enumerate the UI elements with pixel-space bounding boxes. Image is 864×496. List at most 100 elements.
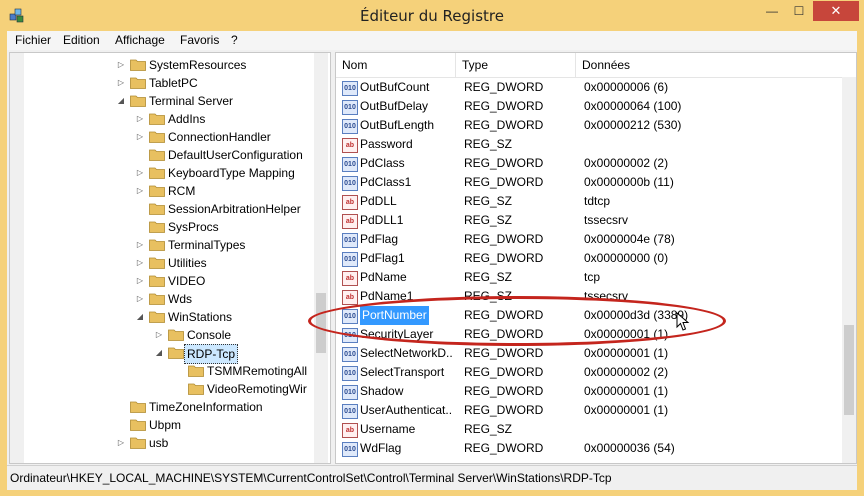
value-data: 0x0000004e (78): [584, 232, 675, 246]
value-row[interactable]: 010 SecurityLayer REG_DWORD 0x00000001 (1): [336, 325, 842, 344]
collapse-arrow-icon[interactable]: ◢: [135, 308, 145, 326]
expand-arrow-icon[interactable]: ▷: [135, 182, 145, 200]
value-data: tssecsrv: [584, 289, 629, 303]
tree-item[interactable]: ▷ RCM: [10, 182, 310, 200]
tree-item[interactable]: ▷ Wds: [10, 290, 310, 308]
expand-arrow-icon[interactable]: ▷: [116, 56, 126, 74]
tree-item-label: Wds: [168, 292, 192, 306]
menu-affichage[interactable]: Affichage: [115, 33, 165, 47]
tree-item-label: TabletPC: [149, 76, 198, 90]
value-row[interactable]: 010 PdClass REG_DWORD 0x00000002 (2): [336, 154, 842, 173]
tree-item[interactable]: ▷ usb: [10, 434, 310, 452]
value-name: Password: [360, 137, 413, 151]
value-row[interactable]: 010 UserAuthenticat... REG_DWORD 0x00000001…: [336, 401, 842, 420]
value-row[interactable]: 010 PortNumber REG_DWORD 0x00000d3d (3389): [336, 306, 842, 325]
list-header: Nom Type Données: [336, 53, 856, 78]
tree-item[interactable]: ▷ TerminalTypes: [10, 236, 310, 254]
value-name: PdDLL1: [360, 213, 404, 227]
value-row[interactable]: 010 OutBufLength REG_DWORD 0x00000212 (530): [336, 116, 842, 135]
value-row[interactable]: 010 WdFlag REG_DWORD 0x00000036 (54): [336, 439, 842, 458]
value-name: OutBufCount: [360, 80, 430, 94]
value-row[interactable]: 010 SelectNetworkD... REG_DWORD 0x00000001 …: [336, 344, 842, 363]
expand-arrow-icon[interactable]: ▷: [135, 236, 145, 254]
collapse-arrow-icon[interactable]: ◢: [116, 92, 126, 110]
value-row[interactable]: ab PdName REG_SZ tcp: [336, 268, 842, 287]
column-header-type[interactable]: Type: [456, 53, 576, 77]
minimize-button[interactable]: —: [759, 1, 785, 21]
collapse-arrow-icon[interactable]: ◢: [154, 344, 164, 362]
tree-item[interactable]: ◢ WinStations: [10, 308, 310, 326]
title-bar[interactable]: Éditeur du Registre — ☐ ✕: [0, 0, 864, 31]
expand-arrow-icon[interactable]: ▷: [135, 272, 145, 290]
values-scrollbar-thumb[interactable]: [844, 325, 854, 415]
tree-item[interactable]: ◢ RDP-Tcp: [10, 344, 310, 364]
expand-arrow-icon[interactable]: ▷: [135, 254, 145, 272]
string-value-icon: ab: [342, 195, 358, 210]
expand-arrow-icon[interactable]: ▷: [135, 128, 145, 146]
value-data: tssecsrv: [584, 213, 629, 227]
column-header-data[interactable]: Données: [576, 53, 842, 77]
column-header-name[interactable]: Nom: [336, 53, 456, 77]
value-row[interactable]: ab PdDLL1 REG_SZ tssecsrv: [336, 211, 842, 230]
value-row[interactable]: ab Password REG_SZ: [336, 135, 842, 154]
expand-arrow-icon[interactable]: ▷: [116, 74, 126, 92]
value-name: SelectNetworkD...: [360, 346, 453, 360]
expand-arrow-icon[interactable]: ▷: [154, 326, 164, 344]
tree-scrollbar-thumb[interactable]: [316, 293, 326, 353]
folder-icon: [168, 347, 184, 359]
values-scrollbar[interactable]: [842, 77, 856, 463]
value-name: PortNumber: [360, 306, 429, 325]
menu-help[interactable]: ?: [231, 33, 238, 47]
value-row[interactable]: ab Username REG_SZ: [336, 420, 842, 439]
tree-item[interactable]: ▷ AddIns: [10, 110, 310, 128]
tree-item[interactable]: ▷ SystemResources: [10, 56, 310, 74]
tree-item[interactable]: ▷ KeyboardType Mapping: [10, 164, 310, 182]
value-row[interactable]: 010 PdFlag1 REG_DWORD 0x00000000 (0): [336, 249, 842, 268]
tree-item[interactable]: Ubpm: [10, 416, 310, 434]
tree-item-label: RCM: [168, 184, 196, 198]
tree-item[interactable]: ▷ Utilities: [10, 254, 310, 272]
value-row[interactable]: 010 OutBufDelay REG_DWORD 0x00000064 (100): [336, 97, 842, 116]
value-row[interactable]: 010 PdClass1 REG_DWORD 0x0000000b (11): [336, 173, 842, 192]
tree-item-label: TerminalTypes: [168, 238, 246, 252]
value-row[interactable]: 010 PdFlag REG_DWORD 0x0000004e (78): [336, 230, 842, 249]
maximize-button[interactable]: ☐: [786, 1, 812, 21]
tree-item[interactable]: ▷ VIDEO: [10, 272, 310, 290]
tree-item[interactable]: TSMMRemotingAll: [10, 362, 310, 380]
menu-fichier[interactable]: Fichier: [15, 33, 51, 47]
tree-scrollbar[interactable]: [314, 53, 328, 463]
tree-item[interactable]: ▷ Console: [10, 326, 310, 344]
tree-item[interactable]: ▷ TabletPC: [10, 74, 310, 92]
tree-item[interactable]: ◢ Terminal Server: [10, 92, 310, 110]
folder-icon: [149, 275, 165, 287]
tree-item[interactable]: VideoRemotingWir: [10, 380, 310, 398]
tree-item[interactable]: SessionArbitrationHelper: [10, 200, 310, 218]
value-data: 0x00000036 (54): [584, 441, 675, 455]
value-row[interactable]: 010 OutBufCount REG_DWORD 0x00000006 (6): [336, 78, 842, 97]
value-row[interactable]: 010 SelectTransport REG_DWORD 0x00000002 (2…: [336, 363, 842, 382]
tree-item[interactable]: ▷ ConnectionHandler: [10, 128, 310, 146]
value-data: 0x00000001 (1): [584, 346, 669, 360]
registry-tree[interactable]: ▷ SystemResources ▷ TabletPC ◢ Terminal Serve…: [9, 52, 331, 464]
tree-item-label: WinStations: [168, 310, 233, 324]
value-type: REG_DWORD: [464, 156, 544, 170]
expand-arrow-icon[interactable]: ▷: [135, 164, 145, 182]
binary-value-icon: 010: [342, 119, 358, 134]
expand-arrow-icon[interactable]: ▷: [135, 290, 145, 308]
value-row[interactable]: ab PdName1 REG_SZ tssecsrv: [336, 287, 842, 306]
value-data: 0x00000212 (530): [584, 118, 682, 132]
tree-item[interactable]: DefaultUserConfiguration: [10, 146, 310, 164]
expand-arrow-icon[interactable]: ▷: [135, 110, 145, 128]
binary-value-icon: 010: [342, 100, 358, 115]
tree-item[interactable]: TimeZoneInformation: [10, 398, 310, 416]
close-button[interactable]: ✕: [813, 1, 859, 21]
tree-item[interactable]: SysProcs: [10, 218, 310, 236]
value-row[interactable]: 010 Shadow REG_DWORD 0x00000001 (1): [336, 382, 842, 401]
menu-edition[interactable]: Edition: [63, 33, 100, 47]
value-type: REG_DWORD: [464, 99, 544, 113]
value-name: UserAuthenticat...: [360, 403, 453, 417]
expand-arrow-icon[interactable]: ▷: [116, 434, 126, 452]
value-row[interactable]: ab PdDLL REG_SZ tdtcp: [336, 192, 842, 211]
menu-favoris[interactable]: Favoris: [180, 33, 219, 47]
values-list[interactable]: Nom Type Données 010 OutBufCount REG_DWORD…: [335, 52, 857, 464]
